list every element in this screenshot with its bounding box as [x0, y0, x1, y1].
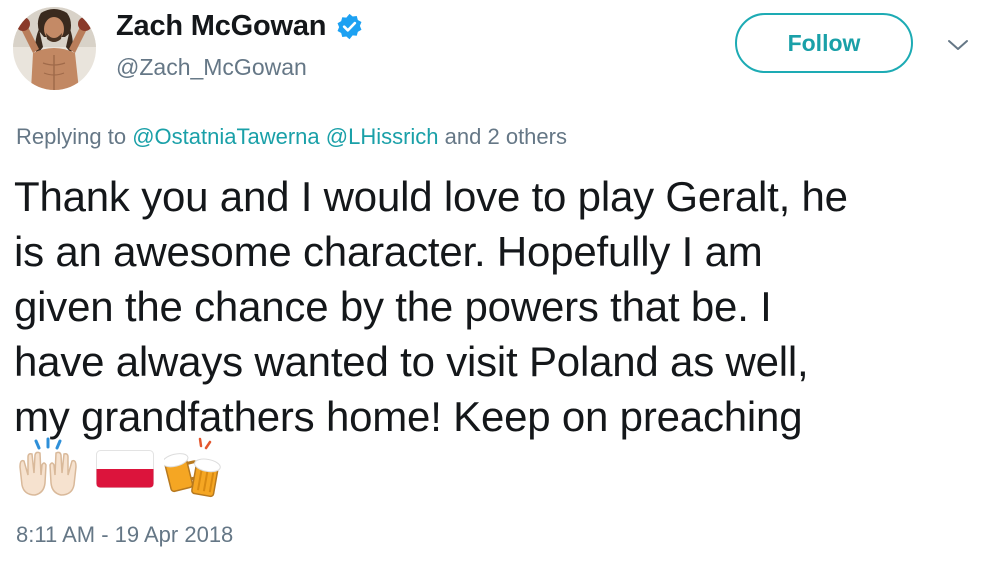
clinking-beer-mugs-emoji	[164, 437, 224, 499]
replying-to-line: Replying to @OstatniaTawerna @LHissrich …	[16, 124, 567, 150]
others-count-link[interactable]: and 2 others	[445, 124, 567, 149]
tweet-timestamp[interactable]: 8:11 AM - 19 Apr 2018	[16, 522, 233, 548]
replying-to-prefix: Replying to	[16, 124, 127, 149]
verified-badge-icon	[335, 12, 364, 41]
follow-button[interactable]: Follow	[735, 13, 913, 73]
chevron-down-icon[interactable]	[946, 35, 970, 55]
user-handle[interactable]: @Zach_McGowan	[116, 54, 307, 81]
avatar[interactable]	[13, 7, 96, 90]
mention-link-lhissrich[interactable]: @LHissrich	[326, 124, 439, 149]
poland-flag-emoji	[96, 450, 154, 488]
emoji-row	[14, 437, 224, 499]
mention-link-ostatniatawerna[interactable]: @OstatniaTawerna	[132, 124, 319, 149]
raising-hands-emoji	[14, 437, 82, 499]
tweet-text: Thank you and I would love to play Geral…	[14, 173, 848, 440]
display-name[interactable]: Zach McGowan	[116, 10, 327, 43]
tweet-card: Zach McGowan @Zach_McGowan Follow Replyi…	[0, 0, 1000, 562]
name-row: Zach McGowan	[116, 10, 364, 43]
